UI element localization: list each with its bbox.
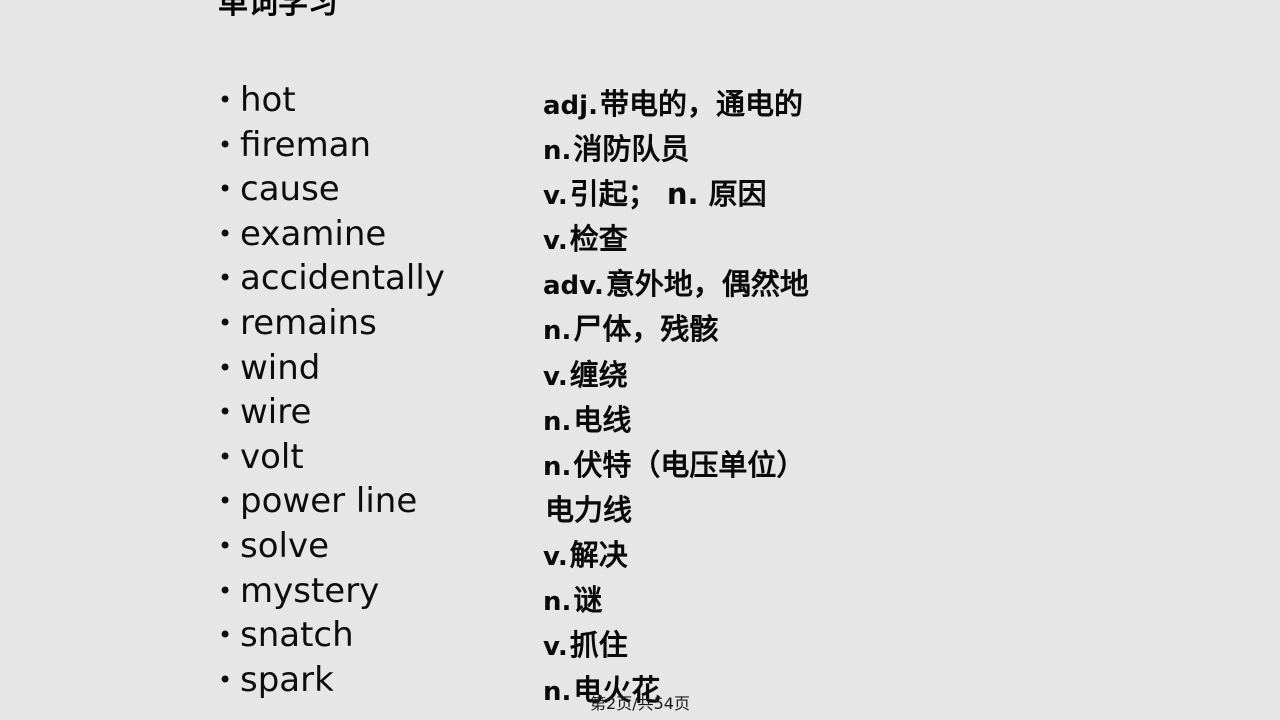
definition-label: 带电的，通电的 [599,87,803,121]
vocabulary-definition-item: n.伏特（电压单位） [543,443,1043,488]
vocabulary-definition-column: adj.带电的，通电的 n.消防队员 v.引起； n. 原因 v.检查 adv.意外地，… [543,82,1043,713]
slide-canvas: 单词学习 • hot • fireman • cause • examine • accident… [0,0,1280,720]
vocabulary-definition-item: v.抓住 [543,623,1043,668]
part-of-speech-label: n. [543,136,572,167]
bullet-icon: • [218,353,233,382]
part-of-speech-label: v. [543,361,568,392]
bullet-icon: • [218,487,233,516]
vocabulary-word-label: snatch [240,615,354,656]
vocabulary-word-label: remains [240,302,377,343]
vocabulary-definition-item: v.缠绕 [543,353,1043,398]
definition-label: 电线 [573,402,632,437]
bullet-icon: • [218,621,233,650]
definition-label: 伏特（电压单位） [573,447,806,482]
vocabulary-word-item: • fireman [218,123,518,168]
vocabulary-word-label: wire [240,392,312,433]
page-indicator: 第2页/共54页 [590,694,690,713]
vocabulary-word-item: • mystery [218,569,518,614]
vocabulary-definition-item: n.电线 [543,398,1043,443]
vocabulary-definition-item: n.尸体，残骸 [543,307,1043,352]
vocabulary-definition-item: adv.意外地，偶然地 [543,262,1043,307]
vocabulary-word-column: • hot • fireman • cause • examine • accidentally •… [218,78,518,702]
bullet-icon: • [218,219,233,248]
vocabulary-word-label: solve [240,525,330,566]
part-of-speech-label: n. [543,587,572,618]
vocabulary-word-item: • wind [218,346,518,391]
definition-label: 谜 [573,583,603,618]
definition-label: 消防队员 [573,132,690,167]
vocabulary-word-item: • remains [218,301,518,346]
definition-label: 引起； n. 原因 [569,177,767,212]
bullet-icon: • [218,398,233,427]
part-of-speech-label: adj. [543,91,598,121]
vocabulary-word-label: hot [240,80,296,120]
bullet-icon: • [218,130,233,159]
definition-label: 抓住 [569,628,628,663]
part-of-speech-label: adv. [543,271,604,302]
vocabulary-word-label: power line [240,481,418,522]
vocabulary-word-label: cause [240,169,340,210]
vocabulary-word-item: • cause [218,167,518,212]
vocabulary-definition-item: n.谜 [543,578,1043,623]
part-of-speech-label: v. [543,541,568,572]
vocabulary-word-label: volt [240,436,304,477]
definition-label: 检查 [569,222,628,257]
vocabulary-word-label: mystery [240,570,380,611]
vocabulary-word-item: • volt [218,435,518,480]
vocabulary-definition-item: v.检查 [543,217,1043,262]
vocabulary-word-label: accidentally [240,258,445,299]
part-of-speech-label: n. [543,406,572,437]
bullet-icon: • [218,175,233,204]
bullet-icon: • [218,308,233,337]
vocabulary-word-item: • power line [218,479,518,524]
vocabulary-word-item: • accidentally [218,256,518,301]
page-title: 单词学习 [218,0,338,21]
part-of-speech-label: v. [543,226,568,257]
part-of-speech-label: v. [543,632,568,663]
definition-label: 尸体，残骸 [573,312,719,347]
vocabulary-definition-item: v.解决 [543,533,1043,578]
vocabulary-word-item: • solve [218,524,518,569]
bullet-icon: • [218,86,233,114]
vocabulary-word-label: examine [240,213,387,254]
definition-label: 意外地，偶然地 [605,267,809,302]
bullet-icon: • [218,576,233,605]
bullet-icon: • [218,531,233,560]
vocabulary-word-label: fireman [240,124,372,165]
vocabulary-word-item: • snatch [218,613,518,658]
vocabulary-definition-item: adj.带电的，通电的 [543,82,1043,127]
vocabulary-definition-item: v.引起； n. 原因 [543,172,1043,217]
part-of-speech-label: n. [543,316,572,347]
vocabulary-word-item: • examine [218,212,518,257]
part-of-speech-label: n. [543,451,572,482]
bullet-icon: • [218,264,233,293]
vocabulary-word-item: • wire [218,390,518,435]
vocabulary-definition-item: 电力线 [543,488,1043,533]
definition-label: 电力线 [545,492,633,527]
definition-label: 缠绕 [569,357,628,392]
part-of-speech-label: v. [543,181,568,212]
vocabulary-definition-item: n.消防队员 [543,127,1043,172]
bullet-icon: • [218,442,233,471]
vocabulary-word-item: • hot [218,78,518,123]
definition-label: 解决 [569,537,628,572]
vocabulary-word-label: wind [240,347,321,388]
